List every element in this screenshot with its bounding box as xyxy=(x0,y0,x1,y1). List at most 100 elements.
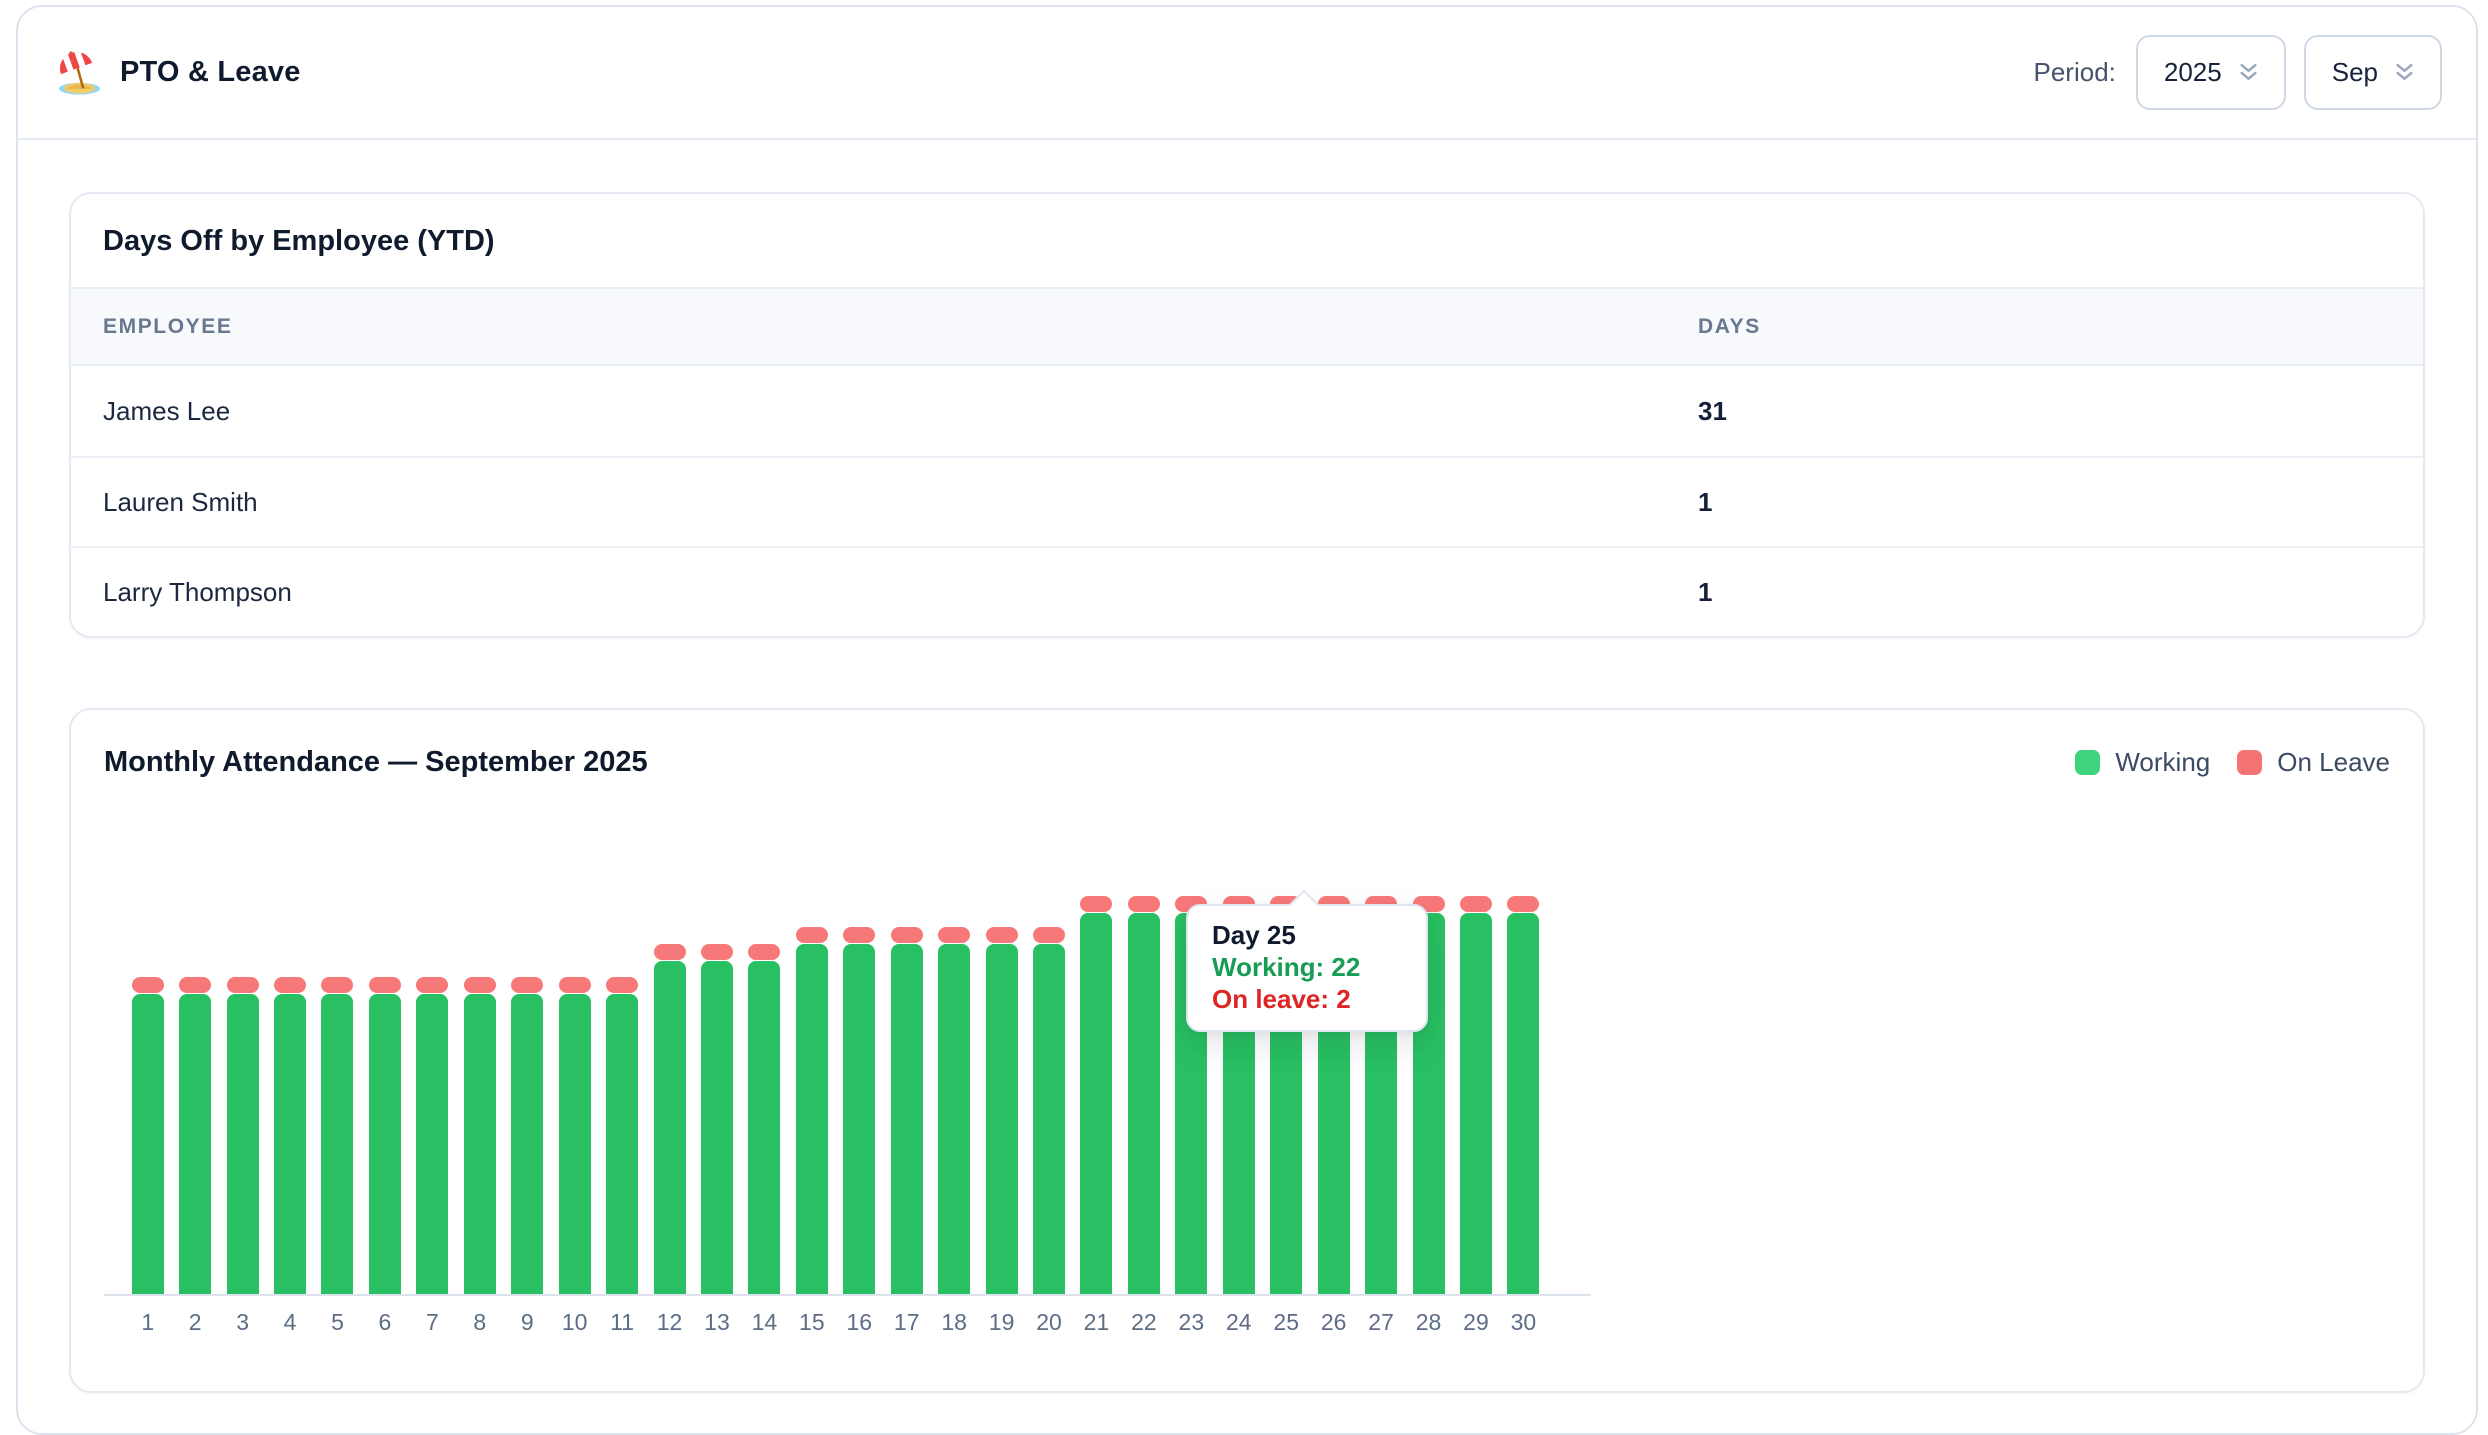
on-leave-segment xyxy=(653,944,686,960)
x-axis-label: 18 xyxy=(941,1309,967,1335)
x-axis-label: 1 xyxy=(141,1309,155,1335)
attendance-bar-day-14[interactable] xyxy=(741,896,788,1294)
working-segment xyxy=(511,994,544,1294)
attendance-bar-day-7[interactable] xyxy=(409,896,456,1294)
on-leave-segment xyxy=(795,927,828,943)
table-row: Larry Thompson 1 xyxy=(71,546,2423,636)
on-leave-segment xyxy=(463,977,496,993)
working-swatch-icon xyxy=(2075,750,2101,775)
month-select-value: Sep xyxy=(2331,57,2378,87)
days-off-card: Days Off by Employee (YTD) EMPLOYEE DAYS… xyxy=(69,192,2425,638)
x-axis-label: 26 xyxy=(1320,1309,1347,1335)
attendance-bar-day-12[interactable] xyxy=(646,896,693,1294)
app-frame: PTO & Leave Period: 2025 Sep Days Off by xyxy=(16,5,2478,1435)
x-axis-label: 17 xyxy=(893,1309,920,1335)
attendance-bar-day-11[interactable] xyxy=(598,896,645,1294)
working-segment xyxy=(131,994,164,1294)
on-leave-segment xyxy=(748,944,781,960)
month-select[interactable]: Sep xyxy=(2303,35,2442,110)
x-axis-label: 29 xyxy=(1463,1309,1489,1335)
x-axis-label: 28 xyxy=(1415,1309,1442,1335)
x-axis-label: 13 xyxy=(704,1309,730,1335)
on-leave-segment xyxy=(274,977,307,993)
attendance-bar-day-1[interactable] xyxy=(124,896,171,1294)
chart-tooltip: Day 25 Working: 22 On leave: 2 xyxy=(1186,904,1428,1032)
attendance-bar-day-8[interactable] xyxy=(456,896,503,1294)
legend-item-working: Working xyxy=(2075,747,2210,778)
on-leave-segment xyxy=(1033,927,1066,943)
working-segment xyxy=(1080,912,1113,1294)
x-axis-label: 5 xyxy=(331,1309,344,1335)
x-axis-label: 12 xyxy=(656,1309,683,1335)
attendance-bar-day-13[interactable] xyxy=(693,896,740,1294)
working-segment xyxy=(1507,912,1540,1294)
period-controls: Period: 2025 Sep xyxy=(2034,35,2442,110)
on-leave-segment xyxy=(511,977,544,993)
x-axis-label: 30 xyxy=(1510,1309,1537,1335)
legend-label: On Leave xyxy=(2277,747,2390,777)
x-axis-label: 21 xyxy=(1083,1309,1110,1335)
attendance-bar-day-17[interactable] xyxy=(883,896,930,1294)
attendance-bar-day-3[interactable] xyxy=(219,896,266,1294)
working-segment xyxy=(748,960,781,1294)
on-leave-segment xyxy=(700,944,733,960)
attendance-bar-day-4[interactable] xyxy=(266,896,313,1294)
on-leave-segment xyxy=(558,977,591,993)
working-segment xyxy=(321,994,354,1294)
days-off-card-title: Days Off by Employee (YTD) xyxy=(103,225,495,257)
working-segment xyxy=(179,994,212,1294)
on-leave-segment xyxy=(1507,896,1540,912)
tooltip-on-leave-value: On leave: 2 xyxy=(1212,984,1351,1014)
year-select[interactable]: 2025 xyxy=(2135,35,2286,110)
working-segment xyxy=(795,944,828,1294)
x-axis-label: 8 xyxy=(473,1309,487,1335)
x-axis-label: 7 xyxy=(425,1309,439,1335)
attendance-bar-day-16[interactable] xyxy=(836,896,883,1294)
on-leave-segment xyxy=(226,977,259,993)
x-axis-labels: 1 2 3 4 5 6 7 8 9 10 11 12 13 14 15 16 17 18 19 20 21 22 23 24 2… xyxy=(104,1296,1591,1336)
attendance-bar-day-19[interactable] xyxy=(978,896,1025,1294)
on-leave-segment xyxy=(843,927,876,943)
attendance-bar-day-30[interactable] xyxy=(1500,896,1547,1294)
days-value: 31 xyxy=(1698,395,1727,426)
working-segment xyxy=(1033,944,1066,1294)
x-axis-label: 4 xyxy=(283,1309,297,1335)
attendance-bar-day-20[interactable] xyxy=(1025,896,1072,1294)
x-axis-label: 24 xyxy=(1225,1309,1252,1335)
x-axis-label: 19 xyxy=(988,1309,1015,1335)
attendance-bar-day-5[interactable] xyxy=(314,896,361,1294)
x-axis-label: 14 xyxy=(751,1309,778,1335)
x-axis-label: 15 xyxy=(799,1309,825,1335)
attendance-card-header: Monthly Attendance — September 2025 Work… xyxy=(71,710,2423,779)
x-axis-label: 25 xyxy=(1273,1309,1300,1335)
attendance-bar-day-10[interactable] xyxy=(551,896,598,1294)
working-segment xyxy=(274,994,307,1294)
attendance-bar-day-15[interactable] xyxy=(788,896,835,1294)
working-segment xyxy=(416,994,449,1294)
attendance-bar-day-22[interactable] xyxy=(1120,896,1167,1294)
attendance-bar-day-29[interactable] xyxy=(1452,896,1499,1294)
column-header-days: DAYS xyxy=(1698,314,1761,338)
tooltip-day-title: Day 25 xyxy=(1212,920,1296,950)
on-leave-segment xyxy=(1080,896,1113,912)
attendance-bar-day-2[interactable] xyxy=(171,896,218,1294)
employee-name: Lauren Smith xyxy=(103,486,258,517)
attendance-bar-day-18[interactable] xyxy=(930,896,977,1294)
days-value: 1 xyxy=(1698,486,1713,517)
working-segment xyxy=(368,994,401,1294)
working-segment xyxy=(985,944,1018,1294)
working-segment xyxy=(843,944,876,1294)
attendance-bar-day-6[interactable] xyxy=(361,896,408,1294)
on-leave-segment xyxy=(890,927,923,943)
on-leave-segment xyxy=(321,977,354,993)
app-header: PTO & Leave Period: 2025 Sep xyxy=(18,7,2476,140)
working-segment xyxy=(700,960,733,1294)
working-segment xyxy=(1459,912,1492,1294)
page-content: Days Off by Employee (YTD) EMPLOYEE DAYS… xyxy=(18,140,2476,1393)
attendance-bar-day-9[interactable] xyxy=(504,896,551,1294)
employee-name: James Lee xyxy=(103,395,231,426)
days-off-card-header: Days Off by Employee (YTD) xyxy=(71,194,2423,287)
attendance-bar-day-21[interactable] xyxy=(1073,896,1120,1294)
table-row: James Lee 31 xyxy=(71,366,2423,456)
page-title: PTO & Leave xyxy=(120,56,301,88)
